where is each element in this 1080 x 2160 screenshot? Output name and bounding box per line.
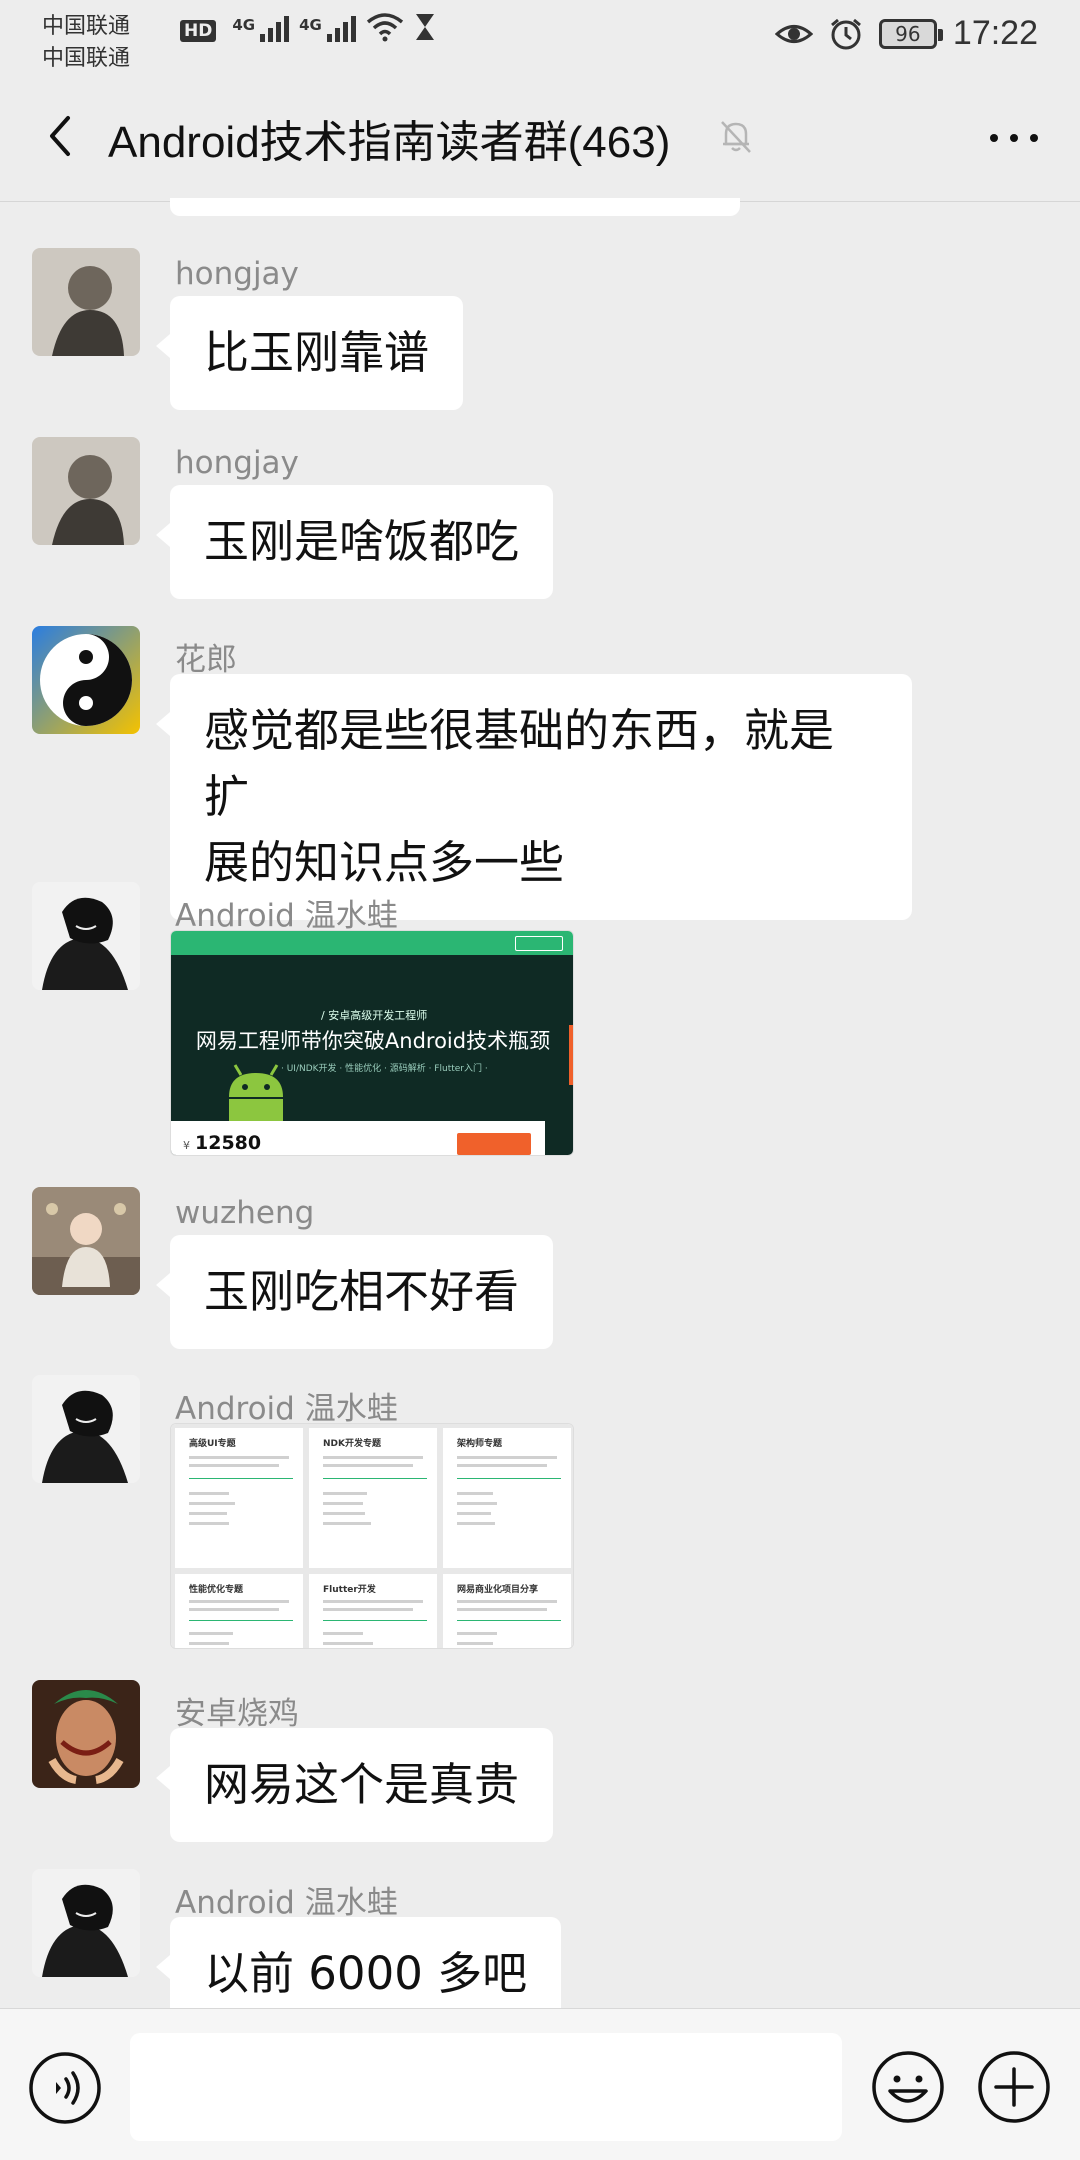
avatar-wuzheng[interactable]: [32, 1187, 140, 1295]
message-item: hongjay 比玉刚靠谱: [0, 248, 1080, 410]
message-bubble[interactable]: 玉刚吃相不好看: [155, 1235, 554, 1349]
signal-1-icon: 4G: [232, 16, 290, 42]
hd-badge: HD: [180, 20, 217, 42]
sender-name: Android 温水蛙: [175, 898, 398, 934]
alarm-icon: [830, 18, 861, 49]
back-arrow-icon[interactable]: [38, 112, 86, 160]
avatar-hualang[interactable]: [32, 626, 140, 734]
ad-cta-button: [457, 1133, 531, 1155]
chat-header: Android技术指南读者群(463): [0, 70, 1080, 202]
message-item: hongjay 玉刚是啥饭都吃: [0, 437, 1080, 599]
input-bar: [0, 2008, 1080, 2160]
ad-price: 12580: [195, 1132, 262, 1154]
message-item: 花郎 感觉都是些很基础的东西，就是扩 展的知识点多一些: [0, 626, 1080, 920]
carrier-1: 中国联通: [42, 14, 131, 39]
android-robot-icon: [229, 1064, 283, 1123]
status-bar: 中国联通 中国联通 HD 4G 4G 96 17:22: [0, 0, 1080, 71]
ad-price-panel: ¥ 12580: [171, 1121, 545, 1155]
emoji-icon[interactable]: [870, 2049, 946, 2125]
sender-name: hongjay: [175, 445, 299, 481]
more-dots-icon[interactable]: [984, 118, 1044, 158]
chat-title: Android技术指南读者群(463): [108, 118, 671, 167]
sender-name: wuzheng: [175, 1195, 315, 1231]
previous-message-bubble: [170, 198, 740, 216]
avatar-hongjay[interactable]: [32, 248, 140, 356]
ad-image-message[interactable]: / 安卓高级开发工程师 网易工程师带你突破Android技术瓶颈 · UI/ND…: [170, 930, 574, 1156]
message-item: wuzheng 玉刚吃相不好看: [0, 1187, 1080, 1349]
avatar-wenshuiwa[interactable]: [32, 882, 140, 990]
hourglass-icon: [415, 14, 434, 40]
message-input[interactable]: [130, 2033, 842, 2141]
message-item: Android 温水蛙 / 安卓高级开发工程师 网易工程师带你突破Android…: [0, 882, 1080, 1162]
mute-bell-icon: [721, 121, 751, 153]
avatar-wenshuiwa[interactable]: [32, 1869, 140, 1977]
signal-2-icon: 4G: [299, 16, 356, 42]
avatar-hongjay[interactable]: [32, 437, 140, 545]
course-grid: 高级UI专题 NDK开发专题 架构师专题 性能优化专题 Flutter开发 网易…: [171, 1424, 573, 1648]
eye-icon: [774, 24, 813, 43]
ad-top-button: [515, 936, 563, 951]
sender-name: 花郎: [175, 642, 237, 678]
sender-name: Android 温水蛙: [175, 1391, 398, 1427]
course-card: 性能优化专题: [175, 1574, 303, 1648]
sender-name: hongjay: [175, 256, 299, 292]
message-item: Android 温水蛙 高级UI专题 NDK开发专题 架构师专题 性能优化专题 …: [0, 1375, 1080, 1655]
sender-name: Android 温水蛙: [175, 1885, 398, 1921]
course-card: Flutter开发: [309, 1574, 437, 1648]
plus-icon[interactable]: [976, 2049, 1052, 2125]
voice-icon[interactable]: [28, 2051, 102, 2125]
message-item: Android 温水蛙 以前 6000 多吧: [0, 1869, 1080, 2031]
message-bubble[interactable]: 网易这个是真贵: [155, 1728, 554, 1842]
message-bubble[interactable]: 比玉刚靠谱: [155, 296, 464, 410]
clock: 17:22: [952, 14, 1038, 52]
course-card: 高级UI专题: [175, 1428, 303, 1568]
ad-subtitle: / 安卓高级开发工程师: [321, 1009, 428, 1022]
signal-icons: HD 4G 4G: [180, 12, 436, 42]
ad-tagline: · UI/NDK开发 · 性能优化 · 源码解析 · Flutter入门 ·: [281, 1064, 488, 1074]
sender-name: 安卓烧鸡: [175, 1696, 299, 1732]
course-card: 架构师专题: [443, 1428, 571, 1568]
avatar-wenshuiwa[interactable]: [32, 1375, 140, 1483]
message-item: 安卓烧鸡 网易这个是真贵: [0, 1680, 1080, 1842]
wifi-icon: [366, 13, 403, 42]
ad-banner: / 安卓高级开发工程师 网易工程师带你突破Android技术瓶颈 · UI/ND…: [171, 955, 573, 1155]
ad-headline: 网易工程师带你突破Android技术瓶颈: [195, 1029, 551, 1053]
battery-icon: 96: [878, 18, 943, 49]
ad-top-bar: [171, 931, 573, 955]
course-card: NDK开发专题: [309, 1428, 437, 1568]
carrier-2: 中国联通: [42, 46, 131, 71]
avatar-anzhuoshaoji[interactable]: [32, 1680, 140, 1788]
message-bubble[interactable]: 玉刚是啥饭都吃: [155, 485, 554, 599]
course-grid-image-message[interactable]: 高级UI专题 NDK开发专题 架构师专题 性能优化专题 Flutter开发 网易…: [170, 1423, 574, 1649]
course-card: 网易商业化项目分享: [443, 1574, 571, 1648]
